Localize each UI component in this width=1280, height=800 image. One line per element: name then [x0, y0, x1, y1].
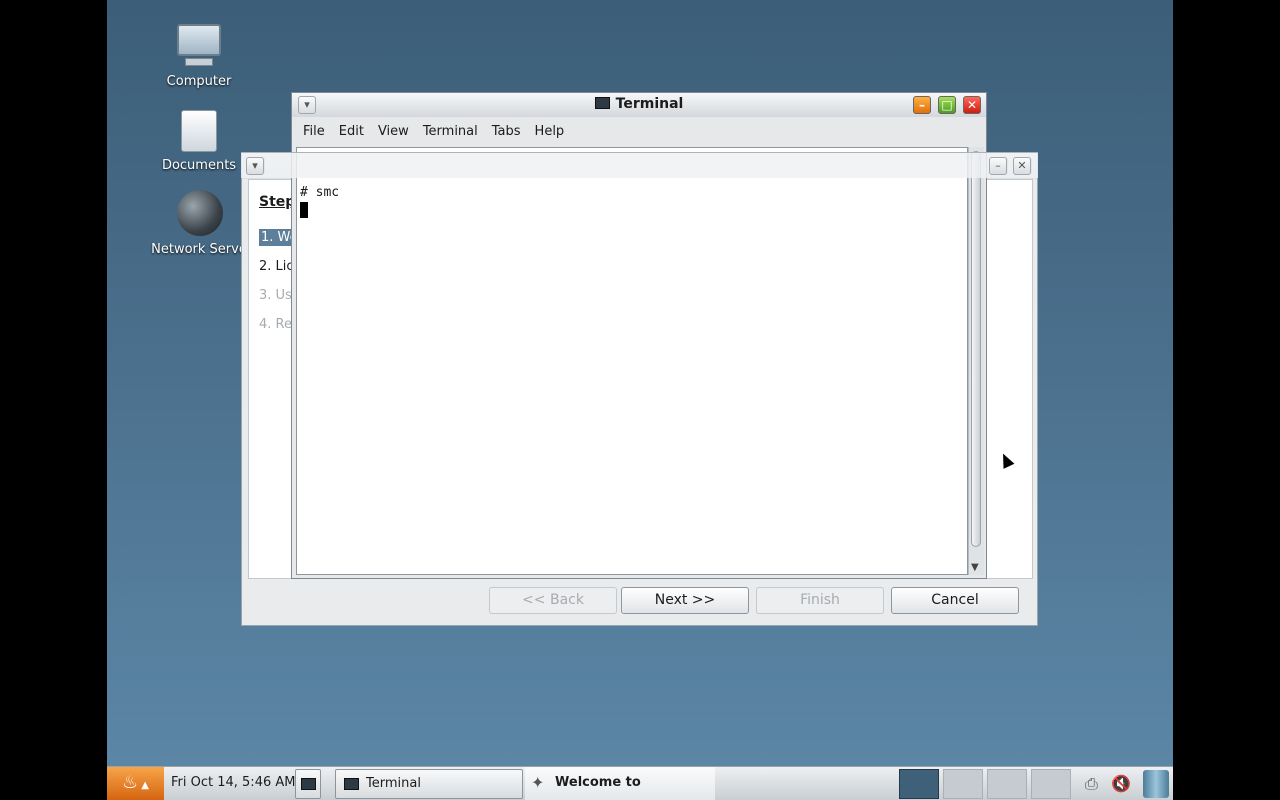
terminal-launcher-icon: [301, 778, 316, 790]
desktop-icon-computer[interactable]: Computer: [134, 22, 264, 89]
terminal-scrollbar[interactable]: ▼: [968, 147, 984, 575]
next-button[interactable]: Next >>: [621, 587, 749, 614]
workspace-2[interactable]: [943, 769, 983, 799]
network-globe-icon: [175, 190, 223, 238]
scroll-down-icon[interactable]: ▼: [971, 562, 979, 573]
folder-icon: [175, 106, 223, 154]
taskbar-task-staroffice[interactable]: ✦Welcome to StarOffi...: [525, 767, 715, 800]
terminal-output[interactable]: # smc: [296, 147, 968, 575]
close-icon[interactable]: ✕: [1013, 157, 1031, 175]
menu-tabs[interactable]: Tabs: [492, 119, 521, 145]
workspace-3[interactable]: [987, 769, 1027, 799]
terminal-line: # smc: [300, 185, 340, 200]
workspace-4[interactable]: [1031, 769, 1071, 799]
taskbar: ♨ ▲ Fri Oct 14, 5:46 AM Terminal ✦ Welcom…: [107, 766, 1173, 800]
menu-help[interactable]: Help: [535, 119, 565, 145]
menu-terminal[interactable]: Terminal: [423, 119, 478, 145]
menu-edit[interactable]: Edit: [339, 119, 364, 145]
show-desktop-button[interactable]: [295, 769, 321, 799]
menu-file[interactable]: File: [303, 119, 325, 145]
terminal-title: Terminal: [615, 96, 684, 112]
close-icon[interactable]: ✕: [963, 96, 981, 114]
menu-view[interactable]: View: [378, 119, 409, 145]
finish-button: Finish: [756, 587, 884, 614]
scrollbar-thumb[interactable]: [971, 151, 981, 547]
workspace-1[interactable]: [899, 769, 939, 799]
taskbar-task-terminal[interactable]: Terminal: [335, 769, 523, 799]
staroffice-icon: ✦: [531, 773, 545, 792]
back-button: << Back: [489, 587, 617, 614]
printer-icon[interactable]: ⎙: [1085, 774, 1098, 794]
trash-icon[interactable]: [1143, 770, 1169, 798]
cancel-button[interactable]: Cancel: [891, 587, 1019, 614]
minimize-icon[interactable]: –: [989, 157, 1007, 175]
launch-menu-button[interactable]: ♨ ▲: [107, 767, 164, 800]
volume-muted-icon[interactable]: 🔇: [1111, 774, 1131, 793]
desktop-icon-label: Computer: [166, 74, 232, 89]
window-menu-icon[interactable]: ▾: [246, 157, 264, 175]
java-cup-icon: ♨: [121, 772, 139, 793]
computer-icon: [175, 22, 223, 70]
maximize-icon[interactable]: □: [938, 96, 956, 114]
terminal-menu-bar: File Edit View Terminal Tabs Help: [292, 119, 986, 145]
chevron-up-icon: ▲: [138, 780, 149, 791]
text-cursor: [300, 202, 308, 218]
minimize-icon[interactable]: –: [913, 96, 931, 114]
wizard-title-bar-overlay: ▾ – ✕: [241, 152, 1038, 178]
clock[interactable]: Fri Oct 14, 5:46 AM: [171, 775, 295, 790]
terminal-icon: [594, 97, 610, 109]
terminal-icon: [344, 778, 359, 790]
terminal-title-bar[interactable]: ▾ Terminal – □ ✕: [292, 93, 986, 117]
